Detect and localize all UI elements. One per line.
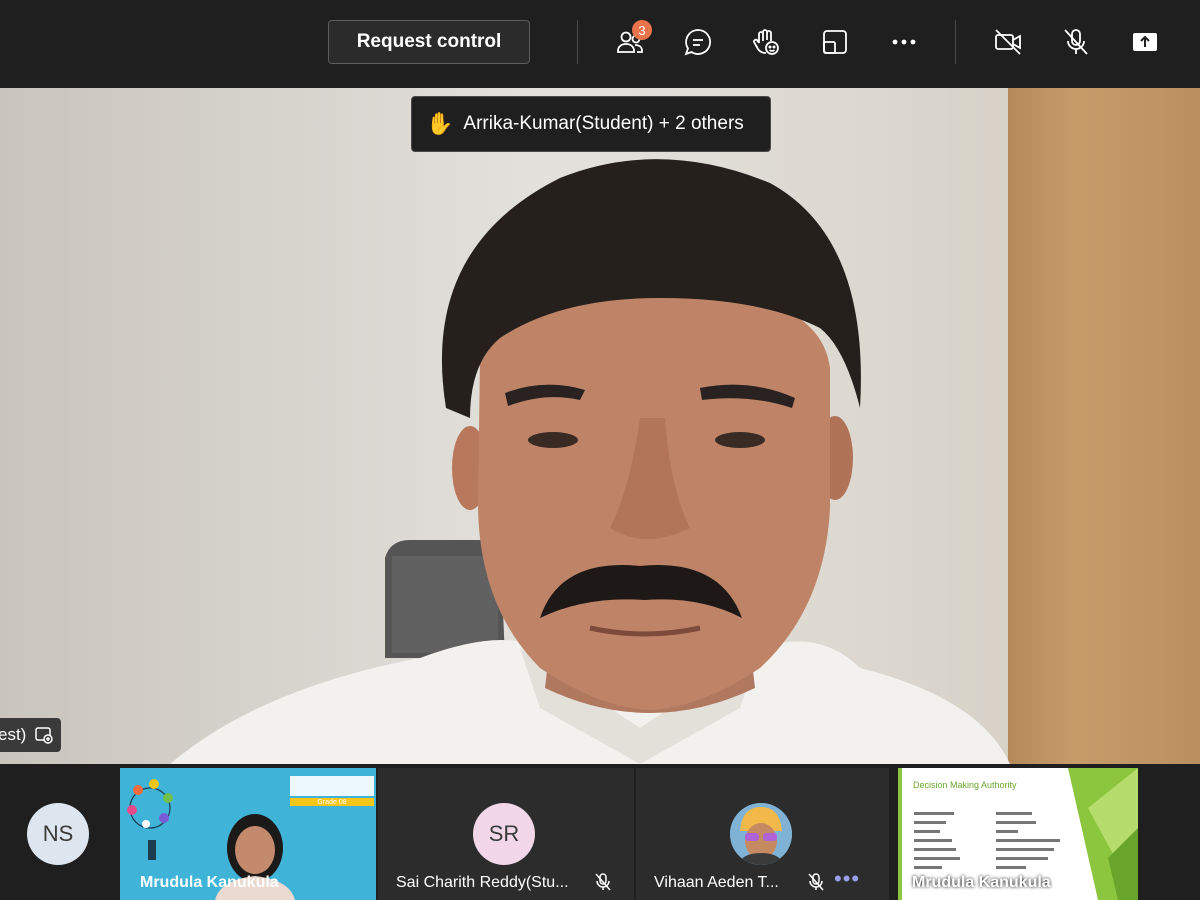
avatar-initials: NS bbox=[42, 821, 74, 846]
avatar: NS bbox=[27, 803, 89, 865]
request-control-button[interactable]: Request control bbox=[328, 20, 530, 64]
avatar-photo bbox=[730, 803, 792, 865]
people-icon[interactable]: 3 bbox=[610, 20, 652, 62]
speaker-name-tag: est) bbox=[0, 718, 61, 752]
participant-tile[interactable]: SR Sai Charith Reddy(Stu... bbox=[378, 768, 634, 900]
toolbar-divider bbox=[577, 20, 578, 64]
participant-tile[interactable]: Vihaan Aeden T... ••• bbox=[636, 768, 889, 900]
raised-hands-notification[interactable]: ✋ Arrika-Kumar(Student) + 2 others bbox=[411, 96, 771, 152]
more-options-icon[interactable]: ••• bbox=[834, 868, 859, 892]
participant-name: Vihaan Aeden T... bbox=[654, 874, 779, 891]
participant-tile[interactable]: Decision Making Authority Mrudula Kanuku… bbox=[898, 768, 1138, 900]
share-tray-icon[interactable] bbox=[815, 22, 855, 62]
avatar-initials: SR bbox=[488, 821, 520, 846]
participant-name: Mrudula Kanukula bbox=[140, 874, 279, 891]
participant-tile[interactable]: NS bbox=[0, 768, 118, 900]
avatar: SR bbox=[473, 803, 535, 865]
slide-caption: Grade 08 bbox=[317, 799, 347, 806]
meeting-toolbar: Request control 3 bbox=[0, 0, 1200, 88]
speaker-video-feed bbox=[170, 159, 1010, 764]
slide-title: Decision Making Authority bbox=[913, 780, 1017, 790]
participant-tile[interactable]: Grade 08 Mrudula Kanukula bbox=[120, 768, 376, 900]
more-options-icon[interactable] bbox=[884, 22, 924, 62]
mic-off-icon bbox=[808, 873, 824, 891]
mic-off-icon bbox=[595, 873, 611, 891]
speaker-name-label: est) bbox=[0, 725, 27, 744]
toolbar-divider bbox=[955, 20, 956, 64]
pin-view-icon[interactable] bbox=[34, 725, 54, 745]
raise-hand-icon[interactable] bbox=[746, 22, 786, 62]
share-screen-icon[interactable] bbox=[1125, 22, 1165, 62]
main-video: est) bbox=[0, 88, 1200, 764]
camera-off-icon[interactable] bbox=[988, 22, 1028, 62]
meeting-window: Request control 3 est) ✋ Arrika-Kumar(St… bbox=[0, 0, 1200, 900]
chat-icon[interactable] bbox=[678, 22, 718, 62]
participant-name: Mrudula Kanukula bbox=[912, 874, 1051, 891]
participants-count-badge: 3 bbox=[632, 20, 652, 40]
raised-hands-text: Arrika-Kumar(Student) + 2 others bbox=[463, 113, 744, 134]
mic-off-icon[interactable] bbox=[1056, 22, 1096, 62]
participant-name: Sai Charith Reddy(Stu... bbox=[396, 874, 569, 891]
raised-hand-icon: ✋ bbox=[426, 111, 454, 136]
